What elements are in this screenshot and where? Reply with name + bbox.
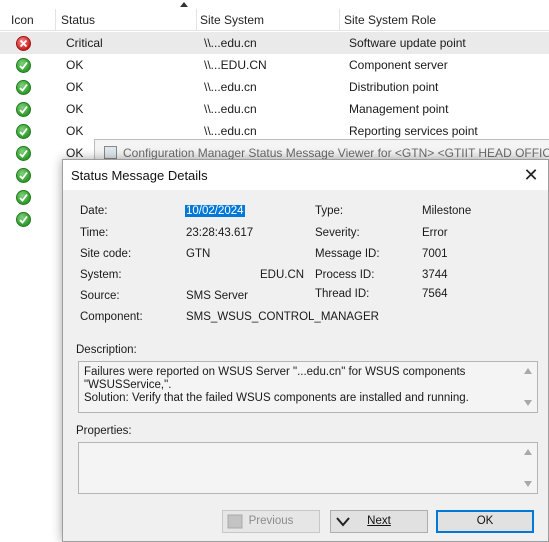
- next-button[interactable]: Next: [330, 510, 428, 533]
- next-button-text: Next: [367, 515, 391, 527]
- next-button-label: Next: [367, 515, 391, 527]
- role-cell: Component server: [349, 58, 448, 72]
- table-row[interactable]: OK \\...EDU.CN Component server: [0, 54, 549, 76]
- description-label: Description:: [76, 344, 137, 356]
- scroll-up-icon[interactable]: [524, 449, 532, 455]
- column-header-icon[interactable]: Icon: [8, 9, 56, 31]
- description-text: Failures were reported on WSUS Server ".…: [84, 366, 469, 404]
- description-textbox[interactable]: Failures were reported on WSUS Server ".…: [78, 361, 538, 413]
- error-status-icon: [16, 36, 31, 51]
- thread-id-value[interactable]: 7564: [422, 286, 448, 302]
- properties-scrollbar[interactable]: [520, 443, 537, 493]
- status-cell: OK: [66, 58, 84, 72]
- process-id-label: Process ID:: [315, 269, 375, 281]
- date-label: Date:: [80, 205, 108, 217]
- type-value[interactable]: Milestone: [422, 203, 471, 219]
- process-id-value[interactable]: 3744: [422, 267, 448, 283]
- scroll-down-icon[interactable]: [524, 481, 532, 487]
- list-header: Icon Status Site System Site System Role: [0, 2, 549, 31]
- previous-button-label: Previous: [248, 515, 294, 527]
- viewer-window-icon: [104, 146, 117, 159]
- ok-status-icon: [16, 58, 31, 73]
- component-label: Component:: [80, 311, 143, 323]
- site-system-cell: \\...EDU.CN: [204, 58, 267, 72]
- sort-ascending-icon: [180, 2, 188, 7]
- table-row[interactable]: OK \\...edu.cn Management point: [0, 98, 549, 120]
- scroll-down-icon[interactable]: [524, 400, 532, 406]
- site-code-label: Site code:: [80, 248, 132, 260]
- column-header-role[interactable]: Site System Role: [341, 9, 549, 31]
- site-system-cell: \\...edu.cn: [204, 102, 257, 116]
- system-value-text: EDU.CN: [260, 269, 305, 281]
- column-header-status[interactable]: Status: [58, 2, 197, 31]
- status-cell: OK: [66, 80, 84, 94]
- ok-status-icon: [16, 146, 31, 161]
- status-cell: OK: [66, 102, 84, 116]
- system-value[interactable]: EDU.CN: [186, 267, 305, 283]
- table-row[interactable]: OK \\...edu.cn Distribution point: [0, 76, 549, 98]
- system-label: System:: [80, 269, 122, 281]
- status-cell: Critical: [66, 36, 103, 50]
- site-code-value[interactable]: GTN: [186, 246, 210, 262]
- scroll-up-icon[interactable]: [524, 368, 532, 374]
- ok-status-icon: [16, 190, 31, 205]
- ok-status-icon: [16, 80, 31, 95]
- status-message-details-dialog: Status Message Details ✕ Date: Time: Sit…: [62, 159, 549, 542]
- site-system-cell: \\...edu.cn: [204, 36, 257, 50]
- role-cell: Distribution point: [349, 80, 439, 94]
- column-header-status-label: Status: [61, 13, 96, 27]
- dialog-title: Status Message Details: [71, 168, 208, 183]
- role-cell: Management point: [349, 102, 449, 116]
- dialog-body: Date: Time: Site code: System: Source: C…: [63, 190, 548, 541]
- close-icon[interactable]: ✕: [514, 160, 548, 190]
- source-label: Source:: [80, 290, 120, 302]
- message-id-value[interactable]: 7001: [422, 246, 448, 262]
- ok-status-icon: [16, 168, 31, 183]
- type-label: Type:: [315, 205, 344, 217]
- column-header-site-system-label: Site System: [200, 13, 265, 27]
- component-value[interactable]: SMS_WSUS_CONTROL_MANAGER: [186, 309, 379, 325]
- date-value[interactable]: 10/02/2024: [185, 205, 245, 217]
- table-row[interactable]: Critical \\...edu.cn Software update point: [0, 32, 549, 54]
- ok-status-icon: [16, 124, 31, 139]
- previous-button[interactable]: Previous: [222, 510, 320, 533]
- column-header-icon-label: Icon: [11, 13, 34, 27]
- severity-value[interactable]: Error: [422, 225, 448, 241]
- site-system-cell: \\...edu.cn: [204, 80, 257, 94]
- ok-status-icon: [16, 102, 31, 117]
- previous-arrow-icon: [227, 514, 243, 529]
- severity-label: Severity:: [315, 227, 360, 239]
- time-label: Time:: [80, 227, 109, 239]
- ok-button[interactable]: OK: [436, 510, 534, 533]
- source-value[interactable]: SMS Server: [186, 288, 248, 304]
- ok-status-icon: [16, 212, 31, 227]
- properties-label: Properties:: [76, 425, 132, 437]
- description-scrollbar[interactable]: [520, 362, 537, 412]
- role-cell: Software update point: [349, 36, 466, 50]
- column-header-site-system[interactable]: Site System: [197, 9, 340, 31]
- thread-id-label: Thread ID:: [315, 288, 370, 300]
- properties-textbox[interactable]: [78, 442, 538, 494]
- time-value[interactable]: 23:28:43.617: [186, 225, 253, 241]
- column-header-role-label: Site System Role: [344, 13, 437, 27]
- message-id-label: Message ID:: [315, 248, 380, 260]
- chevron-down-icon: [336, 517, 350, 527]
